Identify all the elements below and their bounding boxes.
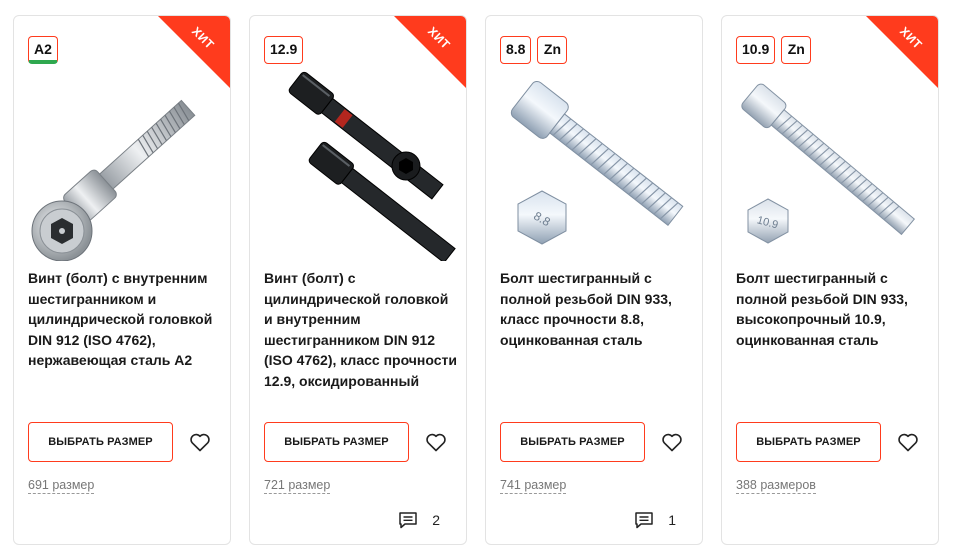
reviews-count: 1 (668, 512, 676, 528)
badge-group: 12.9 (264, 36, 304, 64)
select-size-button[interactable]: ВЫБРАТЬ РАЗМЕР (500, 422, 645, 462)
strength-class-badge: 8.8 (500, 36, 532, 64)
comment-icon (399, 512, 417, 529)
sizes-count-link[interactable]: 388 размеров (736, 478, 816, 494)
badge-group: A2 (28, 36, 58, 64)
coating-badge: Zn (537, 36, 568, 64)
heart-icon[interactable] (424, 430, 448, 454)
heart-icon[interactable] (896, 430, 920, 454)
product-card[interactable]: 8.8 Zn 8.8 Болт шестигранный с полной ре… (485, 15, 703, 545)
product-image[interactable] (258, 71, 458, 261)
material-badge: A2 (28, 36, 58, 64)
sizes-count-link[interactable]: 741 размер (500, 478, 567, 494)
badge-group: 10.9 Zn (736, 36, 812, 64)
product-card[interactable]: ХИТ A2 Винт (болт) с внутренним шестигра… (13, 15, 231, 545)
badge-group: 8.8 Zn (500, 36, 568, 64)
product-image[interactable]: 10.9 (730, 71, 930, 261)
product-image[interactable]: 8.8 (494, 71, 694, 261)
sizes-count-link[interactable]: 721 размер (264, 478, 331, 494)
product-card[interactable]: ХИТ 10.9 Zn 10.9 Болт шестигранный с пол… (721, 15, 939, 545)
product-title[interactable]: Винт (болт) с внутренним шестигранником … (28, 268, 224, 371)
reviews-link[interactable]: 1 (634, 510, 676, 530)
product-title[interactable]: Винт (болт) с цилиндрической головкой и … (264, 268, 460, 391)
heart-icon[interactable] (660, 430, 684, 454)
heart-icon[interactable] (188, 430, 212, 454)
select-size-button[interactable]: ВЫБРАТЬ РАЗМЕР (28, 422, 173, 462)
comment-icon (635, 512, 653, 529)
reviews-count: 2 (432, 512, 440, 528)
select-size-button[interactable]: ВЫБРАТЬ РАЗМЕР (736, 422, 881, 462)
product-image[interactable] (22, 71, 222, 261)
select-size-button[interactable]: ВЫБРАТЬ РАЗМЕР (264, 422, 409, 462)
product-title[interactable]: Болт шестигранный с полной резьбой DIN 9… (500, 268, 696, 350)
coating-badge: Zn (781, 36, 812, 64)
product-card[interactable]: ХИТ 12.9 Винт (болт) с цилиндрической го… (249, 15, 467, 545)
reviews-link[interactable]: 2 (398, 510, 440, 530)
strength-class-badge: 12.9 (264, 36, 304, 64)
sizes-count-link[interactable]: 691 размер (28, 478, 95, 494)
strength-class-badge: 10.9 (736, 36, 776, 64)
product-title[interactable]: Болт шестигранный с полной резьбой DIN 9… (736, 268, 932, 350)
